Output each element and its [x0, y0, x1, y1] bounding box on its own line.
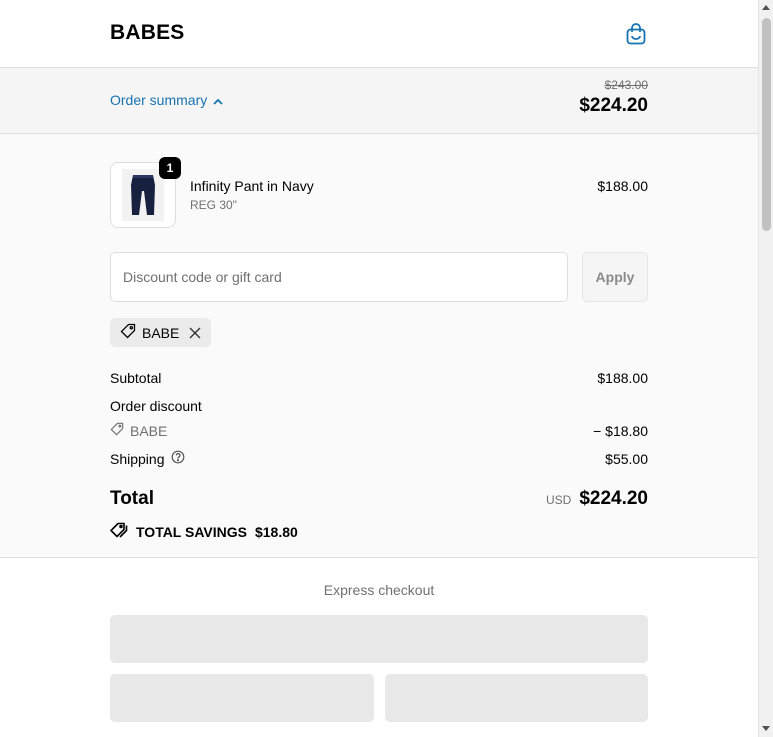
scroll-down-icon[interactable] [762, 726, 770, 731]
currency-code: USD [545, 493, 572, 507]
help-icon[interactable] [171, 450, 185, 467]
item-name: Infinity Pant in Navy [190, 178, 314, 194]
savings-label: TOTAL SAVINGS [136, 523, 247, 540]
shipping-label: Shipping [110, 450, 165, 467]
total-amount: $224.20 [579, 488, 648, 509]
discount-value: − $18.80 [593, 422, 648, 439]
summary-prices: $243.00 $224.20 [579, 78, 648, 119]
summary-total: $224.20 [579, 95, 648, 116]
order-summary-panel: 1 Infinity Pant in Navy REG 30" $188.00 … [0, 134, 758, 558]
scroll-up-icon[interactable] [762, 5, 770, 10]
quantity-badge: 1 [159, 157, 181, 179]
order-discount-label: Order discount [110, 398, 202, 414]
total-savings: TOTAL SAVINGS $18.80 [109, 522, 298, 541]
shopping-bag-icon[interactable] [624, 22, 648, 46]
subtotal-value: $188.00 [597, 370, 648, 386]
applied-discount-code: BABE [142, 324, 180, 341]
shipping-row: Shipping $55.00 [110, 450, 648, 467]
subtotal-label: Subtotal [110, 370, 162, 386]
scrollbar-thumb[interactable] [762, 18, 771, 231]
tag-icon [110, 422, 124, 439]
checkout-page: BABES Order summary $243.00 $224.20 1 In… [0, 0, 758, 737]
subtotal-row: Subtotal $188.00 [110, 370, 648, 386]
chevron-up-icon [213, 92, 223, 108]
order-summary-label: Order summary [110, 92, 208, 108]
total-row: Total USD $224.20 [110, 488, 648, 510]
discount-code-label: BABE [130, 422, 168, 439]
order-discount-row: Order discount [110, 398, 648, 414]
original-total: $243.00 [604, 78, 648, 92]
savings-value: $18.80 [254, 523, 298, 540]
express-pay-button[interactable] [110, 615, 648, 663]
discount-form: Apply [110, 252, 648, 302]
order-summary-bar: Order summary $243.00 $224.20 [0, 68, 758, 134]
brand-logo[interactable]: BABES [110, 21, 185, 45]
vertical-scrollbar[interactable] [758, 0, 773, 737]
discount-code-row: BABE − $18.80 [110, 422, 648, 439]
line-item: 1 Infinity Pant in Navy REG 30" $188.00 [110, 157, 648, 228]
total-label: Total [110, 488, 154, 509]
discount-code-input[interactable] [110, 252, 568, 302]
apply-discount-button[interactable]: Apply [582, 252, 648, 302]
tag-icon [120, 323, 136, 342]
express-checkout-title: Express checkout [323, 582, 435, 598]
item-price: $188.00 [597, 178, 648, 194]
applied-discount-chip: BABE [110, 318, 212, 347]
site-header: BABES [0, 0, 758, 68]
order-summary-toggle[interactable]: Order summary [110, 92, 223, 108]
express-pay-button[interactable] [385, 674, 648, 722]
shipping-value: $55.00 [605, 450, 648, 467]
tags-icon [109, 522, 128, 541]
express-pay-button[interactable] [110, 674, 374, 722]
item-variant: REG 30" [190, 198, 237, 212]
close-icon[interactable] [189, 327, 201, 339]
